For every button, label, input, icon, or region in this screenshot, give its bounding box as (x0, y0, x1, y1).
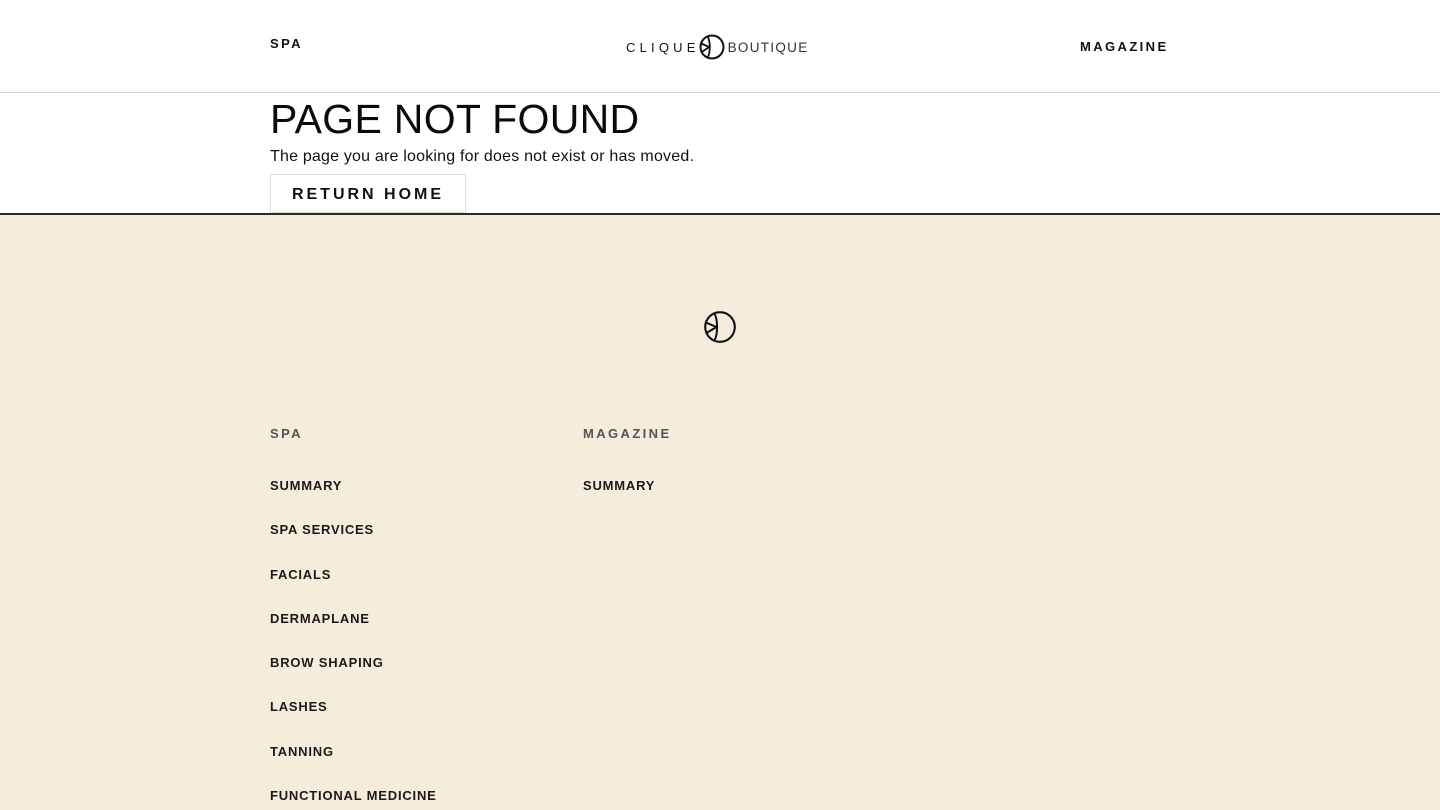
ck-monogram-icon (699, 34, 725, 60)
footer-link-magazine-summary[interactable]: SUMMARY (583, 479, 655, 493)
footer-heading-magazine: MAGAZINE (583, 426, 672, 441)
site-header: SPA CLIQUE BOUTIQUE MAGAZINE (0, 0, 1440, 93)
footer-link-lashes[interactable]: LASHES (270, 700, 328, 714)
page-title: PAGE NOT FOUND (270, 96, 640, 142)
not-found-section: PAGE NOT FOUND The page you are looking … (270, 96, 695, 213)
footer-column-spa: SPA SUMMARY SPA SERVICES FACIALS DERMAPL… (270, 427, 437, 810)
not-found-message: The page you are looking for does not ex… (270, 148, 695, 165)
footer-link-tanning[interactable]: TANNING (270, 744, 334, 759)
logo-wordmark-clique: CLIQUE (626, 39, 700, 55)
site-footer: SPA SUMMARY SPA SERVICES FACIALS DERMAPL… (0, 215, 1440, 810)
footer-heading-spa: SPA (270, 426, 303, 441)
footer-link-spa-services[interactable]: SPA SERVICES (270, 523, 374, 537)
logo-wordmark-boutique: BOUTIQUE (727, 39, 809, 55)
ck-monogram-icon[interactable] (703, 310, 737, 344)
footer-link-dermaplane[interactable]: DERMAPLANE (270, 611, 370, 626)
site-logo[interactable]: CLIQUE BOUTIQUE (626, 32, 809, 62)
return-home-button[interactable]: RETURN HOME (270, 174, 466, 213)
footer-spa-links: SUMMARY SPA SERVICES FACIALS DERMAPLANE … (270, 477, 437, 810)
footer-link-summary[interactable]: SUMMARY (270, 479, 342, 493)
footer-link-functional-medicine[interactable]: FUNCTIONAL MEDICINE (270, 789, 437, 803)
footer-link-brow-shaping[interactable]: BROW SHAPING (270, 656, 384, 670)
footer-link-facials[interactable]: FACIALS (270, 567, 331, 582)
footer-column-magazine: MAGAZINE SUMMARY (583, 427, 672, 521)
nav-spa-link[interactable]: SPA (270, 36, 303, 51)
footer-magazine-links: SUMMARY (583, 477, 672, 521)
nav-magazine-link[interactable]: MAGAZINE (1080, 39, 1169, 54)
